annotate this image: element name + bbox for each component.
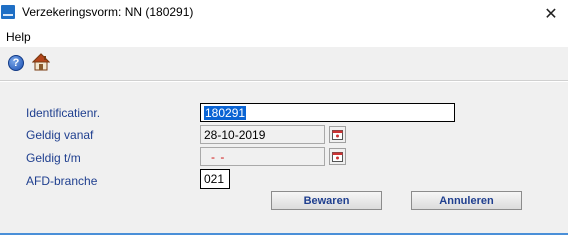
label-identificatienr: Identificatienr. bbox=[26, 106, 101, 120]
close-button[interactable]: ✕ bbox=[534, 0, 568, 27]
menu-item-help[interactable]: Help bbox=[6, 30, 31, 44]
label-afd-branche: AFD-branche bbox=[26, 174, 98, 188]
home-icon[interactable] bbox=[31, 53, 51, 71]
label-geldig-tm: Geldig t/m bbox=[26, 151, 81, 165]
window-title: Verzekeringsvorm: NN (180291) bbox=[22, 5, 194, 19]
window-bottom-border bbox=[0, 233, 568, 235]
calendar-icon bbox=[332, 130, 343, 140]
close-icon: ✕ bbox=[544, 5, 558, 23]
label-geldig-vanaf: Geldig vanaf bbox=[26, 128, 94, 142]
menu-bar: Help bbox=[0, 27, 568, 47]
app-icon bbox=[1, 5, 15, 19]
geldig-vanaf-field[interactable]: 28-10-2019 bbox=[200, 125, 325, 144]
geldig-vanaf-calendar-button[interactable] bbox=[329, 126, 346, 143]
afd-branche-field[interactable]: 021 bbox=[200, 169, 230, 189]
title-bar: Verzekeringsvorm: NN (180291) ✕ bbox=[0, 0, 568, 27]
calendar-icon bbox=[332, 152, 343, 162]
cancel-button[interactable]: Annuleren bbox=[411, 191, 522, 210]
geldig-tm-field[interactable]: - - bbox=[200, 147, 325, 166]
identificatienr-value: 180291 bbox=[204, 106, 247, 120]
save-button[interactable]: Bewaren bbox=[271, 191, 382, 210]
identificatienr-field[interactable]: 180291 bbox=[200, 103, 455, 122]
toolbar: ? bbox=[0, 47, 568, 81]
help-icon[interactable]: ? bbox=[8, 55, 24, 71]
geldig-tm-calendar-button[interactable] bbox=[329, 148, 346, 165]
